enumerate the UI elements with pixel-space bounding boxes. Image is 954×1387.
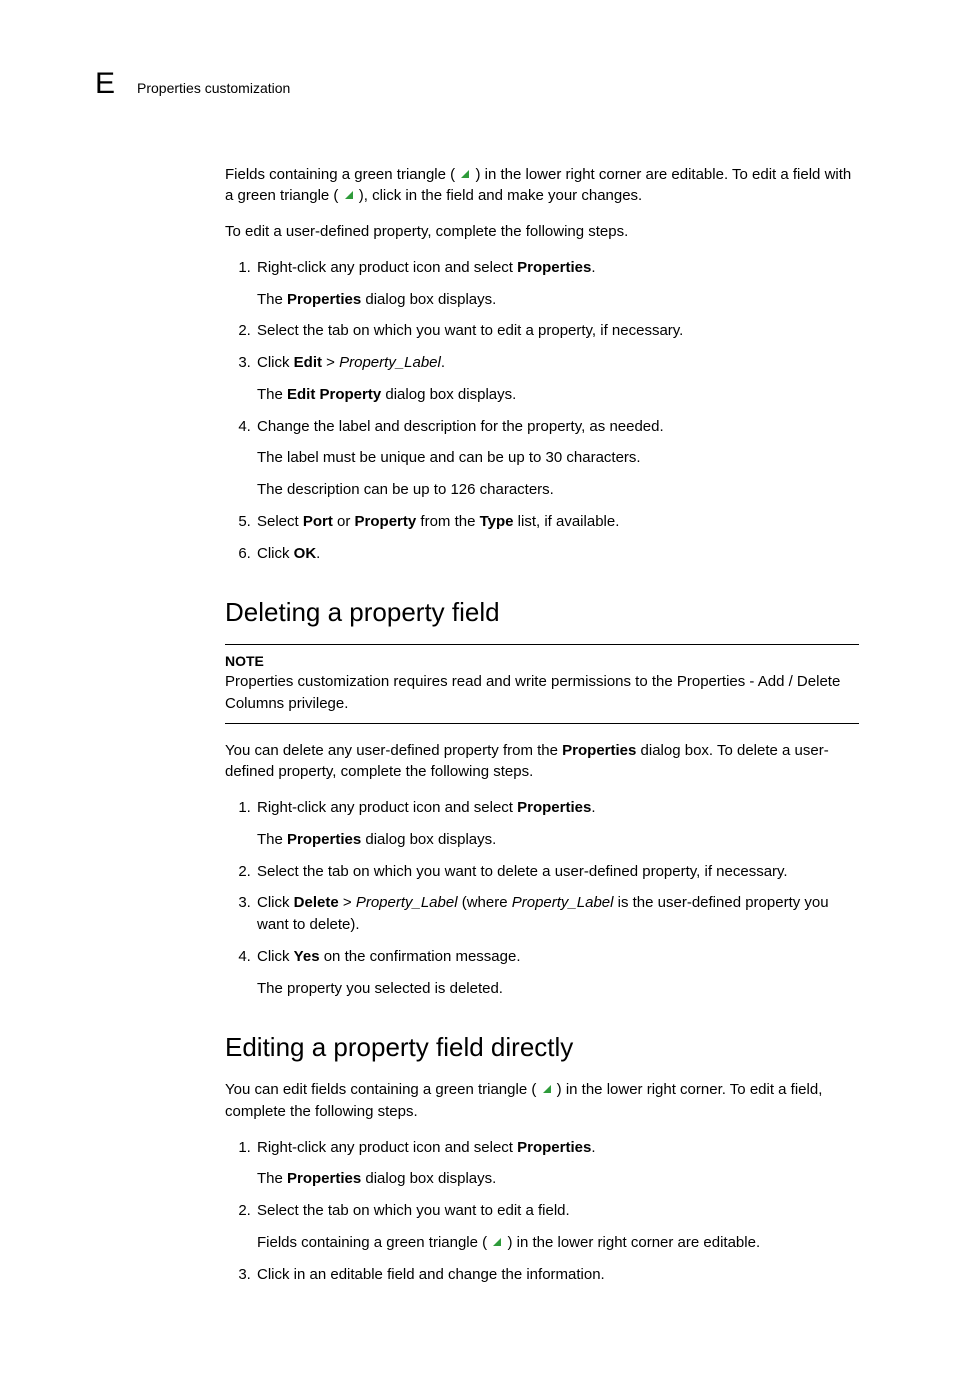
bold-text: OK	[294, 545, 317, 562]
text: The	[257, 291, 287, 308]
bold-text: Yes	[294, 948, 320, 965]
text: Fields containing a green triangle (	[257, 1234, 487, 1251]
text: on the confirmation message.	[320, 948, 521, 965]
green-triangle-icon	[343, 189, 355, 201]
text: The	[257, 831, 287, 848]
text: dialog box displays.	[361, 831, 496, 848]
list-item: Right-click any product icon and select …	[255, 797, 859, 851]
bold-text: Properties	[517, 259, 591, 276]
text: >	[339, 894, 356, 911]
text: .	[591, 259, 595, 276]
bold-text: Port	[303, 513, 333, 530]
text: Right-click any product icon and select	[257, 259, 517, 276]
text: Fields containing a green triangle (	[225, 166, 455, 183]
italic-text: Property_Label	[339, 354, 441, 371]
text: list, if available.	[514, 513, 620, 530]
text: ) in the lower right corner are editable…	[507, 1234, 760, 1251]
text: (where	[458, 894, 512, 911]
text: You can delete any user-defined property…	[225, 742, 562, 759]
bold-text: Properties	[517, 799, 591, 816]
steps-list: Right-click any product icon and select …	[225, 797, 859, 999]
text: .	[591, 799, 595, 816]
sub-text: The Properties dialog box displays.	[257, 829, 859, 851]
section-heading-editing-directly: Editing a property field directly	[225, 1029, 859, 1067]
list-item: Select Port or Property from the Type li…	[255, 511, 859, 533]
sub-text: The property you selected is deleted.	[257, 978, 859, 1000]
intro-paragraph-2: To edit a user-defined property, complet…	[225, 221, 859, 243]
green-triangle-icon	[491, 1236, 503, 1248]
bold-text: Property	[355, 513, 417, 530]
list-item: Select the tab on which you want to edit…	[255, 320, 859, 342]
note-box: NOTE Properties customization requires r…	[225, 644, 859, 724]
list-item: Right-click any product icon and select …	[255, 257, 859, 311]
bold-text: Properties	[287, 291, 361, 308]
page-header: E Properties customization	[95, 62, 859, 106]
bold-text: Delete	[294, 894, 339, 911]
text: or	[333, 513, 355, 530]
list-item: Select the tab on which you want to dele…	[255, 861, 859, 883]
text: ), click in the field and make your chan…	[359, 187, 642, 204]
note-label: NOTE	[225, 651, 859, 671]
text: dialog box displays.	[381, 386, 516, 403]
list-item: Click Yes on the confirmation message. T…	[255, 946, 859, 1000]
text: Select	[257, 513, 303, 530]
section-heading-deleting: Deleting a property field	[225, 594, 859, 632]
italic-text: Property_Label	[356, 894, 458, 911]
text: .	[316, 545, 320, 562]
intro-paragraph-1: Fields containing a green triangle ( ) i…	[225, 164, 859, 208]
intro-paragraph: You can edit fields containing a green t…	[225, 1079, 859, 1123]
sub-text: The Edit Property dialog box displays.	[257, 384, 859, 406]
list-item: Right-click any product icon and select …	[255, 1137, 859, 1191]
text: Right-click any product icon and select	[257, 1139, 517, 1156]
bold-text: Edit Property	[287, 386, 381, 403]
list-item: Select the tab on which you want to edit…	[255, 1200, 859, 1254]
main-content: Fields containing a green triangle ( ) i…	[225, 164, 859, 1286]
appendix-letter: E	[95, 62, 115, 106]
intro-paragraph: You can delete any user-defined property…	[225, 740, 859, 784]
bold-text: Properties	[562, 742, 636, 759]
bold-text: Type	[480, 513, 514, 530]
green-triangle-icon	[541, 1083, 553, 1095]
text: Click	[257, 545, 294, 562]
list-item: Click Edit > Property_Label. The Edit Pr…	[255, 352, 859, 406]
text: Click	[257, 948, 294, 965]
text: Change the label and description for the…	[257, 418, 664, 435]
text: Click	[257, 354, 294, 371]
note-text: Properties customization requires read a…	[225, 671, 859, 715]
list-item: Click Delete > Property_Label (where Pro…	[255, 892, 859, 936]
sub-text: The Properties dialog box displays.	[257, 1168, 859, 1190]
bold-text: Edit	[294, 354, 322, 371]
text: Select the tab on which you want to edit…	[257, 322, 683, 339]
sub-text: Fields containing a green triangle ( ) i…	[257, 1232, 859, 1254]
italic-text: Property_Label	[512, 894, 614, 911]
text: Select the tab on which you want to dele…	[257, 863, 788, 880]
text: dialog box displays.	[361, 291, 496, 308]
text: Select the tab on which you want to edit…	[257, 1202, 570, 1219]
bold-text: Properties	[287, 1170, 361, 1187]
text: Right-click any product icon and select	[257, 799, 517, 816]
sub-text: The label must be unique and can be up t…	[257, 447, 859, 469]
green-triangle-icon	[459, 168, 471, 180]
list-item: Click in an editable field and change th…	[255, 1264, 859, 1286]
text: >	[322, 354, 339, 371]
bold-text: Properties	[287, 831, 361, 848]
page-title: Properties customization	[137, 78, 290, 98]
bold-text: Properties	[517, 1139, 591, 1156]
steps-list: Right-click any product icon and select …	[225, 257, 859, 565]
text: .	[591, 1139, 595, 1156]
text: The	[257, 1170, 287, 1187]
text: Click	[257, 894, 294, 911]
text: dialog box displays.	[361, 1170, 496, 1187]
sub-text: The Properties dialog box displays.	[257, 289, 859, 311]
sub-text: The description can be up to 126 charact…	[257, 479, 859, 501]
page: E Properties customization Fields contai…	[0, 0, 954, 1387]
list-item: Change the label and description for the…	[255, 416, 859, 501]
steps-list: Right-click any product icon and select …	[225, 1137, 859, 1286]
text: Click in an editable field and change th…	[257, 1266, 605, 1283]
text: The	[257, 386, 287, 403]
list-item: Click OK.	[255, 543, 859, 565]
text: from the	[416, 513, 479, 530]
text: .	[441, 354, 445, 371]
text: You can edit fields containing a green t…	[225, 1081, 536, 1098]
